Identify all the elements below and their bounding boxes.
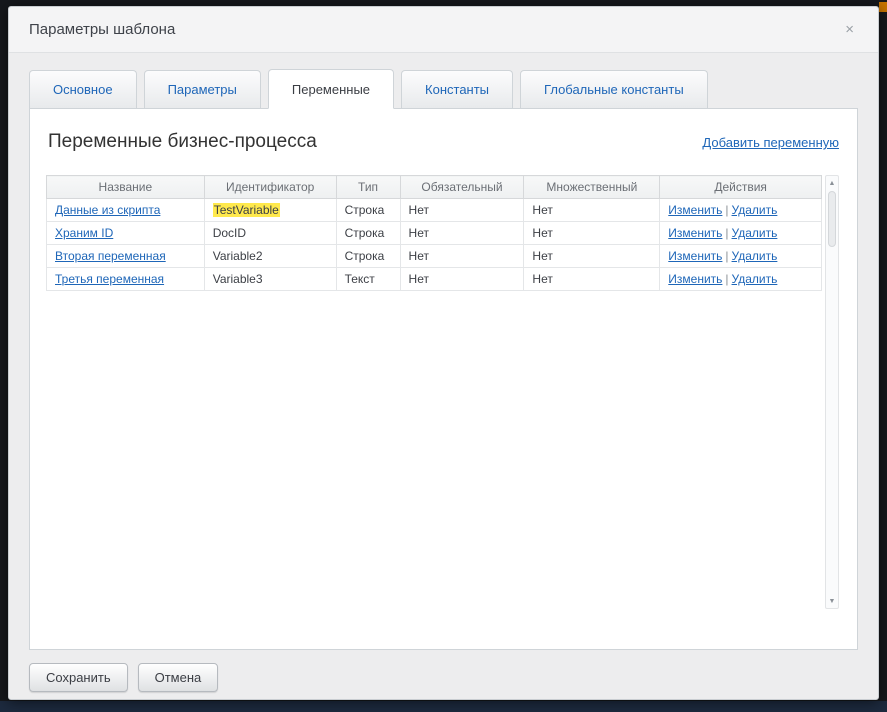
header-required: Обязательный	[400, 176, 524, 199]
table-scrollbar[interactable]: ▲ ▼	[825, 175, 839, 609]
table-row: Третья переменная Variable3 Текст Нет Не…	[47, 268, 822, 291]
required-cell: Нет	[400, 245, 524, 268]
add-variable-link[interactable]: Добавить переменную	[702, 135, 839, 150]
edit-link[interactable]: Изменить	[668, 226, 722, 240]
variables-table: Название Идентификатор Тип Обязательный …	[46, 175, 822, 291]
required-cell: Нет	[400, 268, 524, 291]
dialog-footer: Сохранить Отмена	[9, 650, 878, 705]
variable-name-link[interactable]: Данные из скрипта	[55, 203, 160, 217]
table-row: Данные из скрипта TestVariable Строка Не…	[47, 199, 822, 222]
tab-main[interactable]: Основное	[29, 70, 137, 108]
table-row: Храним ID DocID Строка Нет Нет Изменить|…	[47, 222, 822, 245]
variable-name-link[interactable]: Вторая переменная	[55, 249, 166, 263]
dialog-header: Параметры шаблона ×	[9, 7, 878, 53]
type-cell: Строка	[336, 199, 400, 222]
multiple-cell: Нет	[524, 199, 660, 222]
tab-global-constants[interactable]: Глобальные константы	[520, 70, 708, 108]
table-row: Вторая переменная Variable2 Строка Нет Н…	[47, 245, 822, 268]
required-cell: Нет	[400, 199, 524, 222]
action-separator: |	[725, 272, 728, 286]
type-cell: Текст	[336, 268, 400, 291]
background-accent	[879, 2, 887, 12]
scroll-down-icon[interactable]: ▼	[826, 594, 838, 608]
action-separator: |	[725, 203, 728, 217]
delete-link[interactable]: Удалить	[732, 272, 778, 286]
tab-constants[interactable]: Константы	[401, 70, 513, 108]
required-cell: Нет	[400, 222, 524, 245]
type-cell: Строка	[336, 222, 400, 245]
variable-name-link[interactable]: Храним ID	[55, 226, 113, 240]
dialog-title: Параметры шаблона	[29, 21, 175, 38]
save-button[interactable]: Сохранить	[29, 663, 128, 692]
delete-link[interactable]: Удалить	[732, 226, 778, 240]
table-header-row: Название Идентификатор Тип Обязательный …	[47, 176, 822, 199]
identifier-text: DocID	[213, 226, 246, 240]
header-type: Тип	[336, 176, 400, 199]
multiple-cell: Нет	[524, 245, 660, 268]
header-multiple: Множественный	[524, 176, 660, 199]
template-parameters-dialog: Параметры шаблона × Основное Параметры П…	[8, 6, 879, 700]
scroll-up-icon[interactable]: ▲	[826, 176, 838, 190]
type-cell: Строка	[336, 245, 400, 268]
tab-parameters[interactable]: Параметры	[144, 70, 261, 108]
header-actions: Действия	[660, 176, 822, 199]
panel-heading: Переменные бизнес-процесса	[48, 131, 317, 153]
tab-variables[interactable]: Переменные	[268, 69, 394, 109]
delete-link[interactable]: Удалить	[732, 249, 778, 263]
header-name: Название	[47, 176, 205, 199]
multiple-cell: Нет	[524, 268, 660, 291]
cancel-button[interactable]: Отмена	[138, 663, 219, 692]
edit-link[interactable]: Изменить	[668, 203, 722, 217]
identifier-text: TestVariable	[213, 203, 280, 217]
identifier-text: Variable3	[213, 272, 263, 286]
edit-link[interactable]: Изменить	[668, 249, 722, 263]
variable-name-link[interactable]: Третья переменная	[55, 272, 164, 286]
action-separator: |	[725, 249, 728, 263]
action-separator: |	[725, 226, 728, 240]
close-icon[interactable]: ×	[841, 18, 858, 41]
scrollbar-thumb[interactable]	[828, 191, 836, 247]
edit-link[interactable]: Изменить	[668, 272, 722, 286]
variables-table-wrap: Название Идентификатор Тип Обязательный …	[46, 175, 841, 609]
table-body: Данные из скрипта TestVariable Строка Не…	[47, 199, 822, 291]
header-identifier: Идентификатор	[204, 176, 336, 199]
delete-link[interactable]: Удалить	[732, 203, 778, 217]
identifier-text: Variable2	[213, 249, 263, 263]
tab-bar: Основное Параметры Переменные Константы …	[9, 53, 878, 108]
variables-panel: Переменные бизнес-процесса Добавить пере…	[29, 108, 858, 650]
multiple-cell: Нет	[524, 222, 660, 245]
